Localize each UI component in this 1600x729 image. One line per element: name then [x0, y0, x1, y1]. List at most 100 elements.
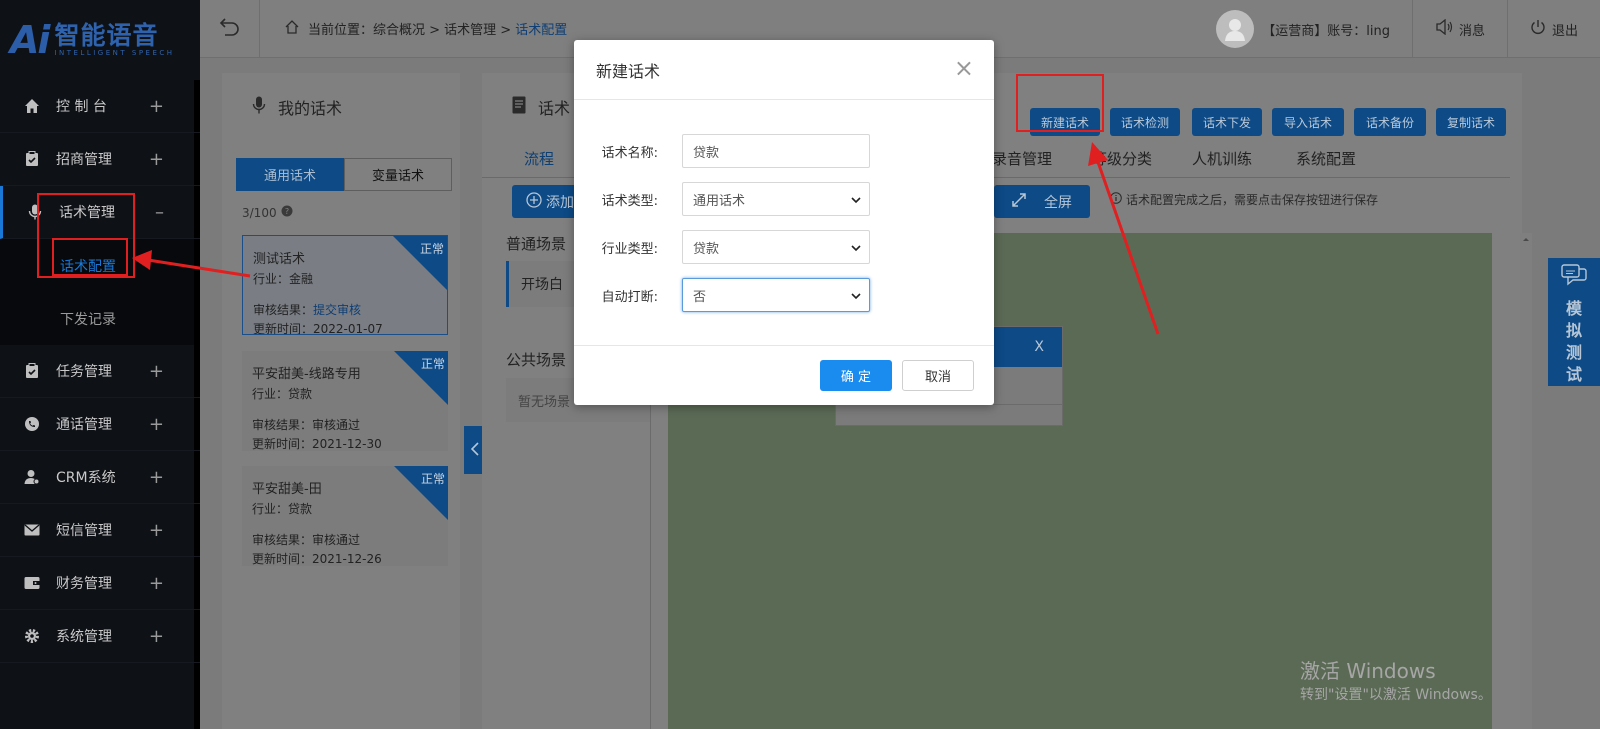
sidebar-item-script-management[interactable]: 话术管理 – [0, 186, 200, 239]
popup-close-button[interactable]: X [1034, 339, 1044, 355]
cancel-button[interactable]: 取消 [902, 360, 974, 391]
chevron-down-icon [851, 193, 861, 208]
sidebar-subitem-script-config[interactable]: 话术配置 [0, 239, 200, 292]
expand-icon[interactable]: + [149, 149, 164, 170]
logout-label: 退出 [1551, 23, 1578, 39]
sidebar-item-tasks[interactable]: 任务管理 + [0, 345, 200, 398]
tip-text: 话术配置完成之后，需要点击保存按钮进行保存 [1126, 193, 1379, 207]
status-badge: 正常 [420, 472, 445, 486]
check-script-button[interactable]: 话术检测 [1110, 108, 1180, 136]
sidebar-subitem-issue-records[interactable]: 下发记录 [0, 292, 200, 345]
expand-icon[interactable]: + [149, 573, 164, 594]
speaker-icon [1435, 18, 1453, 39]
script-type-label: 话术类型: [601, 193, 658, 209]
script-type-select[interactable]: 通用话术 [682, 182, 870, 216]
tab-grading[interactable]: 等级分类 [1092, 148, 1152, 169]
logout-button[interactable]: 退出 [1506, 0, 1600, 58]
breadcrumb-current[interactable]: 话术配置 [515, 19, 567, 38]
sidebar-item-calls[interactable]: 通话管理 + [0, 398, 200, 451]
submit-audit-link[interactable]: 提交审核 [313, 303, 361, 317]
wallet-icon [24, 575, 40, 591]
sidebar-item-dashboard[interactable]: 控 制 台 + [0, 80, 200, 133]
copy-script-button[interactable]: 复制话术 [1436, 108, 1506, 136]
envelope-icon [24, 522, 40, 538]
sidebar-item-merchants[interactable]: 招商管理 + [0, 133, 200, 186]
simulate-test-char: 模 [1565, 299, 1582, 318]
expand-icon[interactable]: + [149, 361, 164, 382]
save-tip: 话术配置完成之后，需要点击保存按钮进行保存 [1110, 191, 1378, 208]
script-name-label: 话术名称: [601, 145, 658, 161]
messages-button[interactable]: 消息 [1411, 0, 1507, 58]
simulate-test-char: 试 [1565, 365, 1582, 384]
script-updated: 更新时间：2022-01-07 17:09:37 [253, 322, 383, 335]
auto-interrupt-select[interactable]: 否 [682, 278, 870, 312]
script-count: 3/100 ? [242, 205, 293, 220]
expand-icon [1012, 192, 1026, 211]
tab-recording[interactable]: 录音管理 [992, 148, 1052, 169]
power-icon [1530, 19, 1546, 39]
script-name-input[interactable]: 贷款 [682, 134, 870, 168]
audit-result: 审核通过 [312, 418, 361, 432]
avatar[interactable] [1216, 10, 1255, 48]
phone-icon [24, 416, 40, 432]
sidebar-item-label: 控 制 台 [56, 99, 107, 115]
plus-circle-icon [526, 191, 542, 212]
expand-icon[interactable]: + [149, 414, 164, 435]
import-script-button[interactable]: 导入话术 [1272, 108, 1344, 136]
account-label: 【运营商】账号：ling [1262, 23, 1390, 39]
sidebar-item-system[interactable]: 系统管理 + [0, 610, 200, 663]
chevron-left-icon [470, 441, 479, 460]
expand-icon[interactable]: + [149, 520, 164, 541]
script-card[interactable]: 正常 测试话术 行业：金融 审核结果：提交审核 更新时间：2022-01-07 … [242, 235, 448, 335]
info-icon [1110, 192, 1122, 207]
fullscreen-label: 全屏 [1044, 194, 1072, 211]
home-icon [24, 98, 40, 114]
backup-script-button[interactable]: 话术备份 [1354, 108, 1426, 136]
script-updated: 更新时间：2021-12-30 14:43:00 [252, 437, 382, 451]
tab-system-config[interactable]: 系统配置 [1296, 148, 1356, 169]
canvas-scrollbar[interactable] [1520, 233, 1532, 729]
tab-training[interactable]: 人机训练 [1192, 148, 1252, 169]
script-type-toggle: 通用话术 变量话术 [236, 158, 452, 191]
sidebar-item-crm[interactable]: CRM系统 + [0, 451, 200, 504]
clipboard-check-icon [24, 363, 40, 379]
clipboard-icon [24, 151, 40, 167]
normal-scenes-heading: 普通场景 [506, 235, 567, 253]
auto-interrupt-value: 否 [693, 289, 707, 305]
breadcrumb-path: 当前位置：综合概况 > 话术管理 > [308, 23, 512, 38]
sidebar-item-label: 任务管理 [56, 364, 112, 380]
sidebar-item-finance[interactable]: 财务管理 + [0, 557, 200, 610]
tab-flow[interactable]: 流程 [524, 148, 554, 169]
gear-icon [24, 628, 40, 644]
script-type-value: 通用话术 [693, 193, 746, 209]
expand-icon[interactable]: + [149, 467, 164, 488]
tab-variable-scripts[interactable]: 变量话术 [344, 158, 452, 191]
tab-general-scripts[interactable]: 通用话术 [236, 158, 344, 191]
windows-activation-watermark: 激活 Windows 转到"设置"以激活 Windows。 [1300, 655, 1492, 704]
collapse-icon[interactable]: – [155, 202, 164, 223]
simulate-test-char: 测 [1565, 343, 1582, 362]
script-card[interactable]: 正常 平安甜美-线路专用 行业：贷款 审核结果：审核通过 更新时间：2021-1… [242, 351, 448, 451]
industry-type-label: 行业类型: [601, 241, 658, 257]
sidebar-item-label: 通话管理 [56, 417, 112, 433]
simulate-test-char: 拟 [1565, 321, 1582, 340]
sidebar: Ai 智能语音 INTELLIGENT SPEECH 控 制 台 + 招商管理 … [0, 0, 200, 729]
script-card[interactable]: 正常 平安甜美-田 行业：贷款 审核结果：审核通过 更新时间：2021-12-2… [242, 466, 448, 566]
expand-icon[interactable]: + [149, 96, 164, 117]
close-icon[interactable]: × [954, 54, 974, 82]
microphone-icon [27, 204, 43, 220]
document-icon [512, 96, 526, 118]
simulate-test-button[interactable]: 模 拟 测 试 [1548, 258, 1600, 386]
status-badge: 正常 [419, 242, 444, 256]
help-icon[interactable]: ? [281, 205, 293, 220]
new-script-button[interactable]: 新建话术 [1030, 108, 1100, 136]
fullscreen-button[interactable]: 全屏 [994, 185, 1090, 218]
confirm-button[interactable]: 确 定 [820, 360, 892, 391]
expand-icon[interactable]: + [149, 626, 164, 647]
issue-script-button[interactable]: 话术下发 [1192, 108, 1262, 136]
script-updated: 更新时间：2021-12-26 16:54:22 [252, 552, 382, 566]
industry-type-select[interactable]: 贷款 [682, 230, 870, 264]
back-button[interactable] [200, 0, 260, 58]
sidebar-item-sms[interactable]: 短信管理 + [0, 504, 200, 557]
count-label: 3/100 [242, 205, 277, 220]
